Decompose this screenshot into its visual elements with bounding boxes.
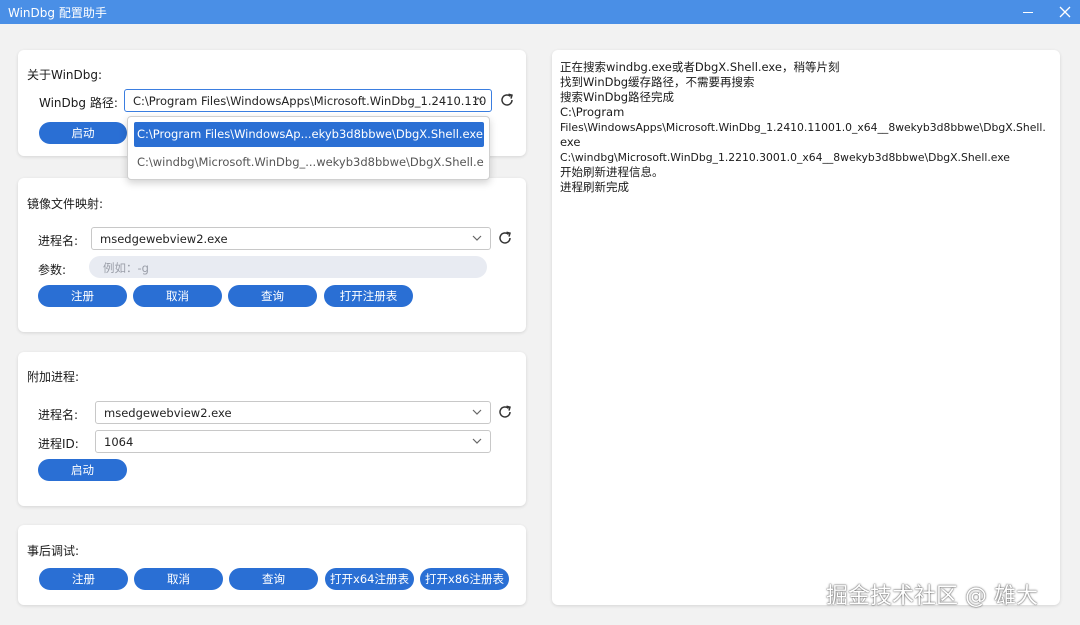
about-windbg-label: 关于WinDbg: [27,68,103,82]
windbg-path-option[interactable]: C:\Program Files\WindowsAp...ekyb3d8bbwe… [134,122,484,147]
attach-process-label: 附加进程: [27,370,80,384]
windbg-path-option[interactable]: C:\windbg\Microsoft.WinDbg_...wekyb3d8bb… [134,150,484,175]
log-line: exe [560,135,581,149]
postmortem-card: 事后调试: 注册 取消 查询 打开x64注册表 打开x86注册表 [18,525,526,605]
window-title: WinDbg 配置助手 [8,6,107,20]
windbg-path-value: C:\Program Files\WindowsApps\Microsoft.W… [133,94,487,108]
log-line: 搜索WinDbg路径完成 [560,90,675,104]
log-line: 找到WinDbg缓存路径，不需要再搜索 [560,75,755,89]
postmortem-open-x64-registry-button[interactable]: 打开x64注册表 [325,568,414,590]
windbg-path-label: WinDbg 路径: [39,96,118,110]
log-line: 正在搜索windbg.exe或者DbgX.Shell.exe，稍等片刻 [560,60,840,74]
watermark: 掘金技术社区 @ 雄大 [826,584,1038,609]
ifeo-open-registry-button[interactable]: 打开注册表 [324,285,413,307]
chevron-down-icon [472,438,482,444]
windbg-path-select[interactable]: C:\Program Files\WindowsApps\Microsoft.W… [124,89,492,112]
title-bar: WinDbg 配置助手 [0,0,1080,24]
refresh-icon[interactable] [497,230,513,246]
ifeo-register-button[interactable]: 注册 [38,285,127,307]
refresh-icon[interactable] [499,92,515,108]
ifeo-query-button[interactable]: 查询 [228,285,317,307]
close-button[interactable] [1055,2,1075,22]
attach-start-button[interactable]: 启动 [38,459,127,481]
ifeo-cancel-button[interactable]: 取消 [133,285,222,307]
chevron-down-icon [472,409,482,415]
ifeo-args-input[interactable]: 例如：-g [89,256,487,278]
attach-pid-label: 进程ID: [38,437,79,451]
windbg-path-dropdown: C:\Program Files\WindowsAp...ekyb3d8bbwe… [127,116,490,180]
ifeo-args-label: 参数: [38,263,67,277]
log-panel: 正在搜索windbg.exe或者DbgX.Shell.exe，稍等片刻 找到Wi… [552,50,1060,605]
ifeo-process-value: msedgewebview2.exe [100,232,228,246]
postmortem-query-button[interactable]: 查询 [229,568,318,590]
log-line: 进程刷新完成 [560,180,629,194]
log-line: C:\Program [560,105,625,119]
postmortem-label: 事后调试: [27,544,80,558]
attach-pid-select[interactable]: 1064 [95,430,491,453]
start-windbg-button[interactable]: 启动 [39,122,127,144]
attach-process-name-label: 进程名: [38,408,79,422]
log-line: 开始刷新进程信息。 [560,165,664,179]
attach-process-value: msedgewebview2.exe [104,406,232,420]
chevron-down-icon [472,235,482,241]
refresh-icon[interactable] [497,404,513,420]
attach-process-card: 附加进程: 进程名: msedgewebview2.exe 进程ID: 1064… [18,352,526,506]
minimize-button[interactable] [1018,2,1038,22]
postmortem-open-x86-registry-button[interactable]: 打开x86注册表 [420,568,509,590]
ifeo-process-select[interactable]: msedgewebview2.exe [91,227,491,250]
close-icon [1059,6,1071,18]
chevron-up-icon [473,97,483,103]
attach-process-select[interactable]: msedgewebview2.exe [95,401,491,424]
image-mapping-label: 镜像文件映射: [27,197,104,211]
postmortem-cancel-button[interactable]: 取消 [134,568,223,590]
log-line: Files\WindowsApps\Microsoft.WinDbg_1.241… [560,121,1046,134]
image-mapping-card: 镜像文件映射: 进程名: msedgewebview2.exe 参数: 例如：-… [18,178,526,332]
postmortem-register-button[interactable]: 注册 [39,568,128,590]
attach-pid-value: 1064 [104,435,134,449]
log-line: C:\windbg\Microsoft.WinDbg_1.2210.3001.0… [560,151,1010,164]
ifeo-args-placeholder: 例如：-g [103,261,149,275]
ifeo-process-label: 进程名: [38,234,79,248]
